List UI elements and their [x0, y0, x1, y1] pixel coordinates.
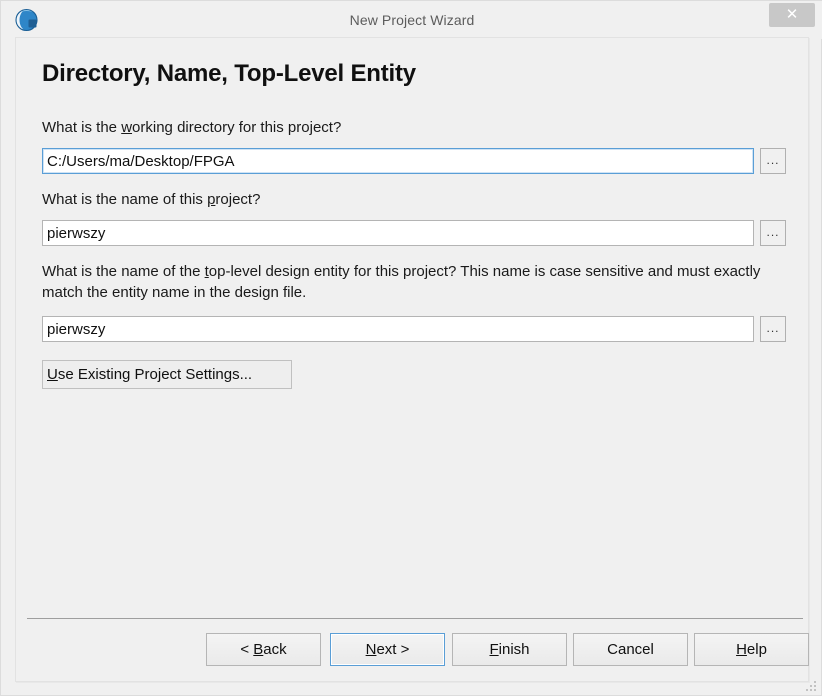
back-button[interactable]: < Back	[206, 633, 321, 666]
resize-grip-icon[interactable]	[805, 680, 817, 692]
help-button[interactable]: Help	[694, 633, 809, 666]
use-existing-project-settings-button[interactable]: Use Existing Project Settings...	[42, 360, 292, 389]
label-part-prefix: What is the	[42, 119, 122, 136]
next-button[interactable]: Next >	[330, 633, 445, 666]
browse-project-name-button[interactable]: ...	[760, 220, 786, 246]
button-label: Cancel	[607, 641, 654, 658]
button-label: inish	[498, 641, 530, 658]
label-part-suffix: roject?	[215, 191, 261, 208]
label-part-suffix: orking directory for this project?	[132, 119, 342, 136]
browse-working-directory-button[interactable]: ...	[760, 148, 786, 174]
new-project-wizard-dialog: New Project Wizard ✕ Directory, Name, To…	[0, 0, 822, 696]
label-part-prefix: What is the name of the	[42, 263, 205, 280]
title-bar: New Project Wizard ✕	[1, 1, 822, 39]
button-label: se Existing Project Settings...	[57, 366, 253, 383]
button-mnemonic: U	[47, 366, 58, 383]
project-name-label: What is the name of this project?	[42, 189, 260, 210]
close-icon[interactable]: ✕	[769, 3, 815, 27]
window-title: New Project Wizard	[349, 12, 475, 28]
footer-separator	[27, 618, 803, 619]
button-label: elp	[746, 641, 767, 658]
working-directory-label: What is the working directory for this p…	[42, 117, 341, 138]
working-directory-input[interactable]	[42, 148, 754, 174]
cancel-button[interactable]: Cancel	[573, 633, 688, 666]
wizard-content-panel: Directory, Name, Top-Level Entity What i…	[15, 37, 809, 682]
button-label: ack	[263, 641, 287, 658]
button-mnemonic: N	[365, 641, 377, 658]
button-mnemonic: H	[736, 641, 747, 658]
page-title: Directory, Name, Top-Level Entity	[42, 60, 416, 87]
button-label: ext >	[376, 641, 410, 658]
button-mnemonic: B	[253, 641, 264, 658]
label-part-prefix: What is the name of this	[42, 191, 208, 208]
top-level-entity-input[interactable]	[42, 316, 754, 342]
button-mnemonic: F	[489, 641, 499, 658]
finish-button[interactable]: Finish	[452, 633, 567, 666]
button-prefix: <	[240, 641, 254, 658]
top-level-entity-label: What is the name of the top-level design…	[42, 261, 782, 303]
label-part-mnemonic: w	[121, 119, 133, 136]
project-name-input[interactable]	[42, 220, 754, 246]
browse-top-level-entity-button[interactable]: ...	[760, 316, 786, 342]
